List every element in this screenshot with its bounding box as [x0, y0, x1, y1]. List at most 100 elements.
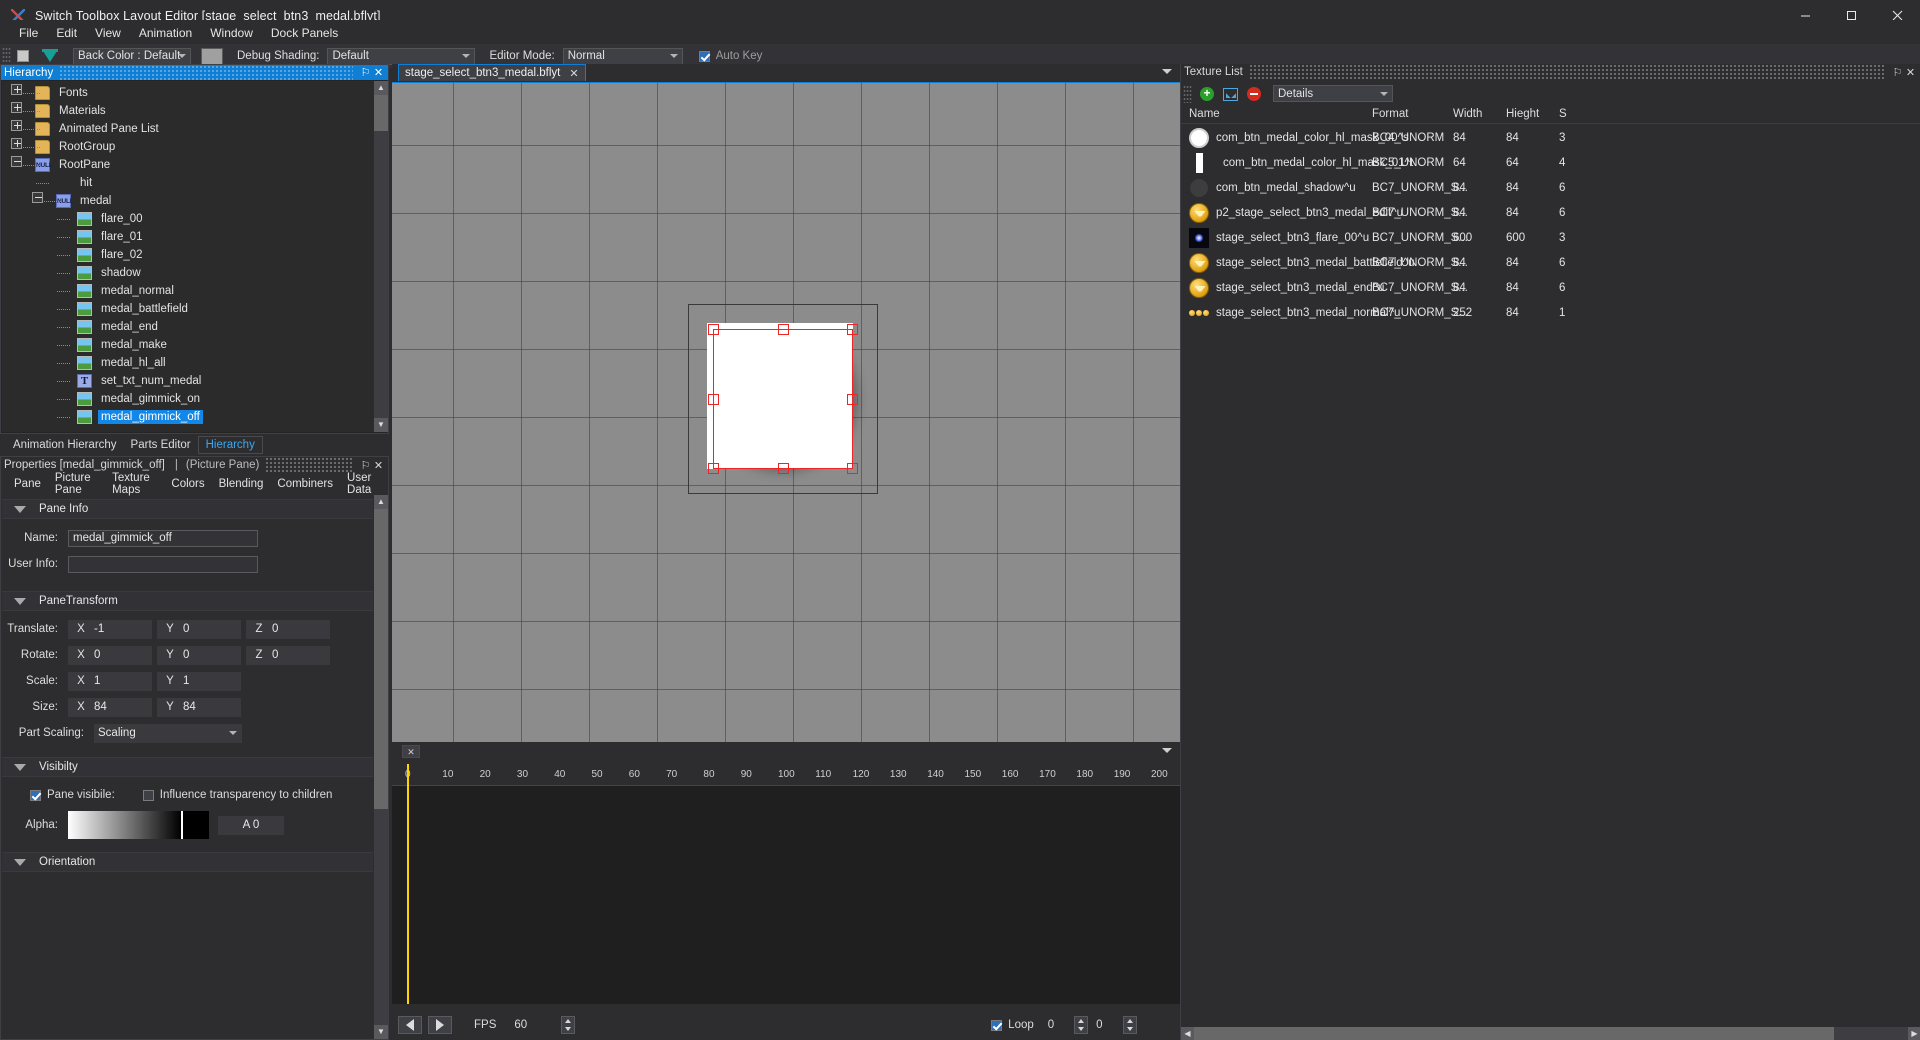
tree-item[interactable]: NULL RootPane: [2, 156, 375, 174]
loop-toggle[interactable]: Loop: [991, 1019, 1034, 1031]
texture-row[interactable]: stage_select_btn3_medal_normal^u BC7_UNOR…: [1181, 300, 1920, 325]
section-visibility[interactable]: Visibilty: [2, 757, 373, 777]
tree-expander-icon[interactable]: [11, 138, 22, 149]
tree-item[interactable]: medal_normal: [2, 282, 375, 300]
timeline-tab-close[interactable]: ✕: [402, 745, 420, 758]
column-header-height[interactable]: Hieght: [1506, 108, 1539, 120]
tree-expander-icon[interactable]: [11, 84, 22, 95]
timeline-tracks[interactable]: [392, 786, 1180, 1004]
alpha-value-field[interactable]: A 0: [218, 815, 284, 835]
tree-item[interactable]: flare_02: [2, 246, 375, 264]
menu-window[interactable]: Window: [201, 22, 262, 44]
resize-handle-middle-left[interactable]: [708, 394, 719, 405]
scroll-thumb[interactable]: [1194, 1027, 1834, 1040]
scale-y[interactable]: Y 1: [157, 671, 241, 691]
loop-checkbox[interactable]: [991, 1019, 1003, 1031]
tree-expander-icon[interactable]: [32, 192, 43, 203]
chevron-down-icon[interactable]: [1162, 748, 1172, 753]
resize-handle-bottom-left[interactable]: [708, 463, 719, 474]
remove-texture-icon[interactable]: [1247, 87, 1261, 101]
texture-row[interactable]: stage_select_btn3_medal_end^u BC7_UNORM_S…: [1181, 275, 1920, 300]
close-icon[interactable]: ✕: [1904, 66, 1917, 79]
selection-rectangle[interactable]: [713, 329, 853, 469]
column-header-format[interactable]: Format: [1372, 108, 1408, 120]
auto-key-toggle[interactable]: Auto Key: [698, 50, 762, 62]
rotate-z[interactable]: Z 0: [246, 645, 330, 665]
document-tab[interactable]: stage_select_btn3_medal.bflyt ✕: [398, 64, 586, 81]
tree-item[interactable]: flare_00: [2, 210, 375, 228]
texture-row[interactable]: p2_stage_select_btn3_medal_edit^u BC7_UNO…: [1181, 200, 1920, 225]
frame-stepper[interactable]: [1122, 1016, 1137, 1034]
fps-value[interactable]: 60: [514, 1019, 527, 1031]
pin-icon[interactable]: ⚐: [359, 66, 372, 79]
properties-tab-combiners[interactable]: Combiners: [270, 477, 340, 491]
pane-visible-checkbox[interactable]: [30, 789, 41, 801]
part-scaling-combo[interactable]: Scaling: [94, 723, 242, 743]
tree-item[interactable]: hit: [2, 174, 375, 192]
tree-expander-icon[interactable]: [11, 156, 22, 167]
translate-z[interactable]: Z 0: [246, 619, 330, 639]
tree-item[interactable]: medal_make: [2, 336, 375, 354]
save-icon[interactable]: [17, 50, 29, 62]
loop-stepper[interactable]: [1074, 1016, 1089, 1034]
resize-handle-top-center[interactable]: [778, 324, 789, 335]
timeline-ruler[interactable]: 0102030405060708090100110120130140150160…: [392, 764, 1180, 786]
user-info-input[interactable]: [68, 555, 258, 573]
tree-item[interactable]: NULL medal: [2, 192, 375, 210]
tree-item[interactable]: medal_gimmick_off: [2, 408, 375, 426]
hierarchy-tree[interactable]: Fonts Materials Animated Pane List RootGrou…: [2, 81, 375, 432]
chevron-down-icon[interactable]: [1162, 69, 1172, 74]
tree-item[interactable]: medal_end: [2, 318, 375, 336]
texture-row[interactable]: stage_select_btn3_flare_00^u BC7_UNORM_S.…: [1181, 225, 1920, 250]
back-color-swatch[interactable]: [201, 47, 223, 65]
resize-handle-top-right[interactable]: [847, 324, 858, 335]
chevron-down-icon[interactable]: [14, 858, 26, 866]
texture-row[interactable]: com_btn_medal_color_hl_mask_00^s BC4_UNOR…: [1181, 125, 1920, 150]
auto-key-checkbox[interactable]: [698, 50, 710, 62]
size-y[interactable]: Y 84: [157, 697, 241, 717]
chevron-down-icon[interactable]: [14, 597, 26, 605]
pin-icon[interactable]: ⚐: [1891, 66, 1904, 79]
step-back-button[interactable]: [398, 1016, 422, 1034]
translate-y[interactable]: Y 0: [157, 619, 241, 639]
tree-item[interactable]: medal_hl_all: [2, 354, 375, 372]
pane-tool-icon[interactable]: [41, 48, 59, 64]
loop-value[interactable]: 0: [1048, 1019, 1054, 1031]
properties-tab-colors[interactable]: Colors: [164, 477, 211, 491]
hierarchy-tab-parts-editor[interactable]: Parts Editor: [124, 437, 198, 453]
layout-canvas[interactable]: [392, 82, 1180, 742]
back-color-combo[interactable]: Back Color : Default: [73, 47, 191, 65]
tree-expander-icon[interactable]: [11, 102, 22, 113]
debug-shading-combo[interactable]: Default: [327, 47, 476, 65]
tree-item[interactable]: Tset_txt_num_medal: [2, 372, 375, 390]
resize-handle-bottom-center[interactable]: [778, 463, 789, 474]
texture-row[interactable]: stage_select_btn3_medal_battlefield^u BC7…: [1181, 250, 1920, 275]
resize-handle-middle-right[interactable]: [847, 394, 858, 405]
toolbar-grip[interactable]: [2, 47, 11, 65]
scale-x[interactable]: X 1: [68, 671, 152, 691]
scroll-down-icon[interactable]: ▼: [374, 418, 388, 432]
tree-item[interactable]: Fonts: [2, 84, 375, 102]
scroll-thumb[interactable]: [374, 509, 388, 809]
resize-handle-top-left[interactable]: [708, 324, 719, 335]
resize-handle-bottom-right[interactable]: [847, 463, 858, 474]
scroll-right-icon[interactable]: ▶: [1908, 1027, 1920, 1040]
play-button[interactable]: [428, 1016, 452, 1034]
editor-mode-combo[interactable]: Normal: [562, 47, 683, 65]
rotate-y[interactable]: Y 0: [157, 645, 241, 665]
tree-expander-icon[interactable]: [11, 120, 22, 131]
texture-row[interactable]: com_btn_medal_shadow^u BC7_UNORM_S... 84 84…: [1181, 175, 1920, 200]
export-image-icon[interactable]: [1223, 87, 1238, 101]
texture-list-rows[interactable]: com_btn_medal_color_hl_mask_00^s BC4_UNOR…: [1181, 125, 1920, 1026]
scroll-down-icon[interactable]: ▼: [374, 1025, 388, 1039]
frame-value[interactable]: 0: [1096, 1019, 1102, 1031]
properties-scrollbar[interactable]: ▲ ▼: [374, 495, 388, 1039]
tree-item[interactable]: shadow: [2, 264, 375, 282]
properties-tab-picture-pane[interactable]: Picture Pane: [48, 471, 105, 497]
close-icon[interactable]: ✕: [372, 66, 385, 79]
texture-list-hscrollbar[interactable]: ◀ ▶: [1181, 1027, 1920, 1040]
menu-view[interactable]: View: [86, 22, 130, 44]
tree-item[interactable]: flare_01: [2, 228, 375, 246]
properties-tab-texture-maps[interactable]: Texture Maps: [105, 471, 164, 497]
section-pane-transform[interactable]: PaneTransform: [2, 591, 373, 611]
